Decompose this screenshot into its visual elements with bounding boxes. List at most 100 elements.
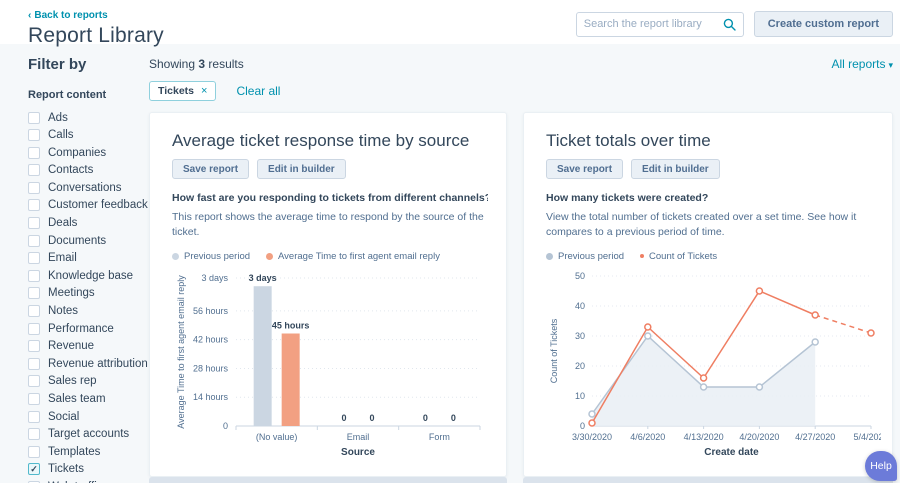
filter-item-label: Templates <box>48 446 100 458</box>
svg-text:28 hours: 28 hours <box>193 364 229 374</box>
report-card-avg-response-time: Average ticket response time by source S… <box>149 112 507 477</box>
help-button[interactable]: Help <box>865 451 897 481</box>
edit-in-builder-button[interactable]: Edit in builder <box>257 159 346 179</box>
filter-item-label: Knowledge base <box>48 270 133 282</box>
filter-item-documents[interactable]: Documents <box>28 234 149 247</box>
svg-text:(No value): (No value) <box>256 432 298 442</box>
legend-item[interactable]: Count of Tickets <box>640 251 717 262</box>
active-filters-row: Tickets× Clear all <box>149 80 893 102</box>
top-header: ‹Back to reports Report Library Create c… <box>0 0 900 44</box>
checkbox-icon[interactable] <box>28 305 40 317</box>
filter-item-templates[interactable]: Templates <box>28 445 149 458</box>
bar-chart: 3 days56 hours42 hours28 hours14 hours0(… <box>172 264 488 474</box>
report-description: View the total number of tickets created… <box>546 210 874 240</box>
legend-item[interactable]: Previous period <box>172 251 250 262</box>
filter-item-revenue[interactable]: Revenue <box>28 340 149 353</box>
filter-item-tickets[interactable]: ✓Tickets <box>28 463 149 476</box>
filter-item-label: Revenue attribution <box>48 358 148 370</box>
filter-item-sales-team[interactable]: Sales team <box>28 393 149 406</box>
checkbox-icon[interactable] <box>28 235 40 247</box>
filter-item-companies[interactable]: Companies <box>28 146 149 159</box>
filter-item-sales-rep[interactable]: Sales rep <box>28 375 149 388</box>
filter-item-label: Conversations <box>48 182 122 194</box>
checkbox-icon[interactable] <box>28 270 40 282</box>
legend-ring-icon <box>640 254 644 258</box>
edit-in-builder-button[interactable]: Edit in builder <box>631 159 720 179</box>
filter-tag-tickets[interactable]: Tickets× <box>149 81 216 101</box>
checkbox-checked-icon[interactable]: ✓ <box>28 463 40 475</box>
checkbox-icon[interactable] <box>28 217 40 229</box>
filter-item-label: Sales team <box>48 393 106 405</box>
svg-text:0: 0 <box>369 413 374 423</box>
filter-item-conversations[interactable]: Conversations <box>28 181 149 194</box>
checkbox-icon[interactable] <box>28 393 40 405</box>
filter-item-deals[interactable]: Deals <box>28 217 149 230</box>
back-to-reports-link[interactable]: ‹Back to reports <box>28 10 108 21</box>
filter-item-calls[interactable]: Calls <box>28 129 149 142</box>
remove-filter-icon[interactable]: × <box>201 85 207 97</box>
create-custom-report-button[interactable]: Create custom report <box>754 11 893 37</box>
report-description: This report shows the average time to re… <box>172 210 488 240</box>
filter-item-revenue-attribution[interactable]: Revenue attribution <box>28 357 149 370</box>
report-search-box[interactable] <box>576 12 744 37</box>
checkbox-icon[interactable] <box>28 164 40 176</box>
svg-text:4/6/2020: 4/6/2020 <box>630 432 665 442</box>
svg-text:Create date: Create date <box>704 447 759 458</box>
all-reports-dropdown[interactable]: All reports▾ <box>831 57 893 71</box>
svg-text:Email: Email <box>347 432 370 442</box>
save-report-button[interactable]: Save report <box>546 159 623 179</box>
checkbox-icon[interactable] <box>28 428 40 440</box>
checkbox-icon[interactable] <box>28 112 40 124</box>
legend-item[interactable]: Average Time to first agent email reply <box>266 251 440 262</box>
svg-text:45 hours: 45 hours <box>272 321 310 331</box>
checkbox-icon[interactable] <box>28 129 40 141</box>
report-card-title: Ticket totals over time <box>546 131 874 151</box>
report-question: How many tickets were created? <box>546 192 874 204</box>
report-question: How fast are you responding to tickets f… <box>172 192 488 204</box>
svg-text:4/13/2020: 4/13/2020 <box>684 432 724 442</box>
filter-item-label: Meetings <box>48 287 95 299</box>
filter-item-label: Contacts <box>48 164 93 176</box>
checkbox-icon[interactable] <box>28 199 40 211</box>
checkbox-icon[interactable] <box>28 375 40 387</box>
filter-item-meetings[interactable]: Meetings <box>28 287 149 300</box>
filter-item-ads[interactable]: Ads <box>28 111 149 124</box>
svg-text:3 days: 3 days <box>201 273 228 283</box>
filter-item-label: Customer feedback <box>48 199 148 211</box>
checkbox-icon[interactable] <box>28 287 40 299</box>
checkbox-icon[interactable] <box>28 340 40 352</box>
save-report-button[interactable]: Save report <box>172 159 249 179</box>
results-bar: Showing 3 results All reports▾ <box>149 56 893 72</box>
checkbox-icon[interactable] <box>28 446 40 458</box>
filter-item-performance[interactable]: Performance <box>28 322 149 335</box>
filter-item-target-accounts[interactable]: Target accounts <box>28 428 149 441</box>
search-icon[interactable] <box>723 18 736 31</box>
filter-item-customer-feedback[interactable]: Customer feedback <box>28 199 149 212</box>
checkbox-icon[interactable] <box>28 252 40 264</box>
svg-text:14 hours: 14 hours <box>193 393 229 403</box>
filter-item-social[interactable]: Social <box>28 410 149 423</box>
filter-item-knowledge-base[interactable]: Knowledge base <box>28 269 149 282</box>
checkbox-icon[interactable] <box>28 323 40 335</box>
clear-all-link[interactable]: Clear all <box>236 84 280 98</box>
svg-text:56 hours: 56 hours <box>193 306 229 316</box>
filter-item-label: Calls <box>48 129 74 141</box>
svg-text:50: 50 <box>575 271 585 281</box>
legend-dot-icon <box>266 253 273 260</box>
legend-item[interactable]: Previous period <box>546 251 624 262</box>
report-cards: Average ticket response time by source S… <box>149 112 893 477</box>
report-card-title: Average ticket response time by source <box>172 131 488 151</box>
filter-item-email[interactable]: Email <box>28 252 149 265</box>
checkbox-icon[interactable] <box>28 147 40 159</box>
filter-item-contacts[interactable]: Contacts <box>28 164 149 177</box>
checkbox-icon[interactable] <box>28 182 40 194</box>
checkbox-icon[interactable] <box>28 358 40 370</box>
chevron-left-icon: ‹ <box>28 10 31 21</box>
checkbox-icon[interactable] <box>28 411 40 423</box>
svg-text:0: 0 <box>223 421 228 431</box>
filter-item-label: Social <box>48 411 79 423</box>
svg-text:4/27/2020: 4/27/2020 <box>795 432 835 442</box>
legend-label: Average Time to first agent email reply <box>278 251 440 262</box>
filter-item-notes[interactable]: Notes <box>28 305 149 318</box>
search-input[interactable] <box>584 18 723 30</box>
